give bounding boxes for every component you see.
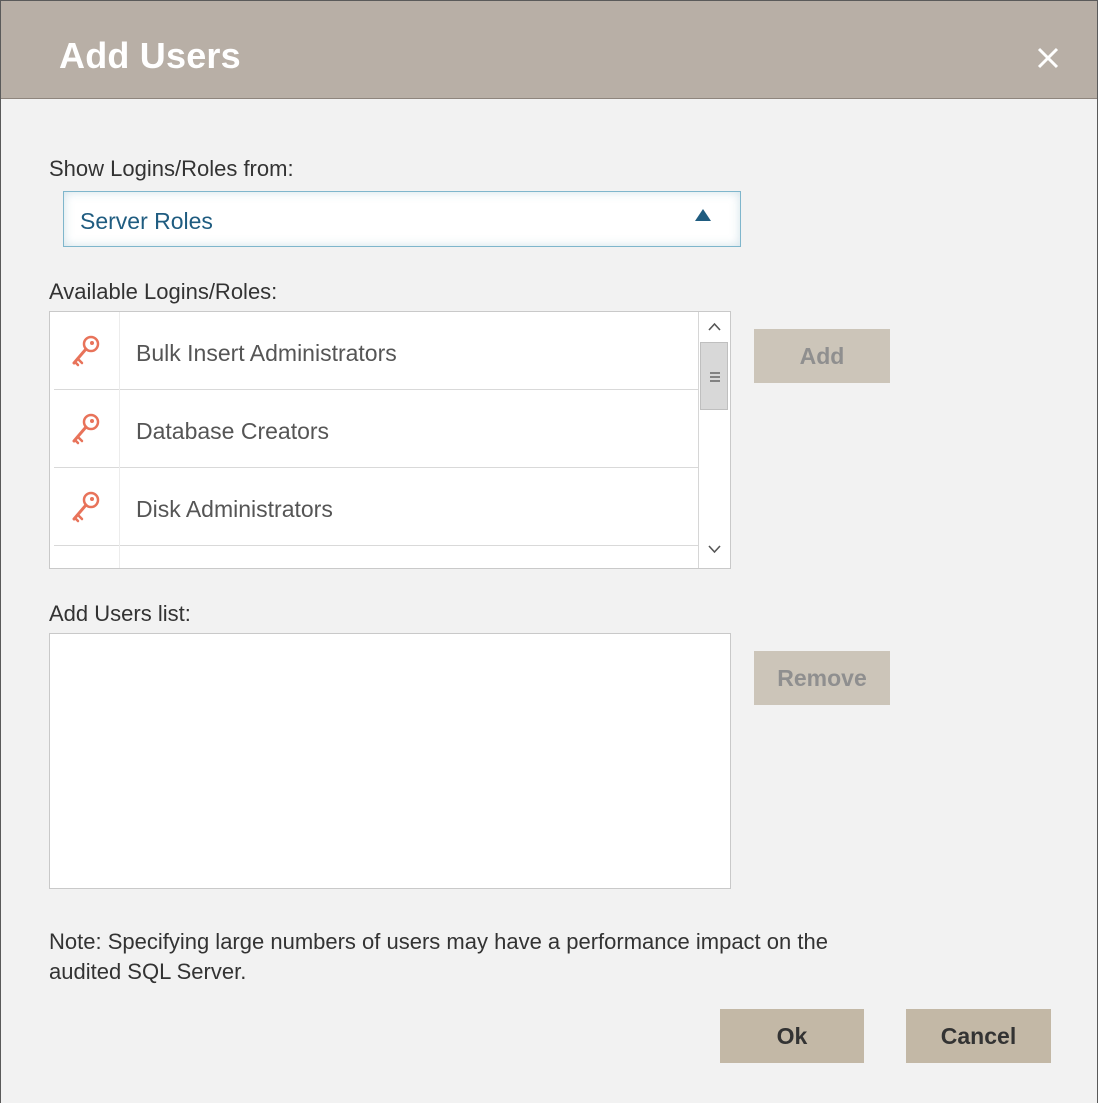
grip-icon (710, 372, 720, 382)
add-button[interactable]: Add (754, 329, 890, 383)
performance-note: Note: Specifying large numbers of users … (49, 927, 979, 987)
list-item[interactable]: Database Creators (54, 390, 698, 468)
add-users-dialog: Add Users Show Logins/Roles from: Server… (0, 0, 1098, 1103)
key-icon (72, 335, 100, 367)
list-item-label: Database Creators (136, 418, 330, 444)
add-users-listbox[interactable] (49, 633, 731, 889)
close-button[interactable] (1031, 41, 1065, 75)
remove-button[interactable]: Remove (754, 651, 890, 705)
source-label: Show Logins/Roles from: (49, 156, 294, 181)
chevron-up-icon[interactable] (699, 316, 730, 338)
available-label: Available Logins/Roles: (49, 279, 278, 304)
note-line-1: Note: Specifying large numbers of users … (49, 929, 828, 954)
scrollbar-thumb[interactable] (700, 342, 728, 410)
list-item[interactable]: Bulk Insert Administrators (54, 312, 698, 390)
users-list-label: Add Users list: (49, 601, 191, 626)
key-icon (72, 413, 100, 445)
dialog-titlebar: Add Users (1, 1, 1097, 99)
source-dropdown[interactable]: Server Roles (63, 191, 741, 247)
source-dropdown-value: Server Roles (80, 208, 213, 234)
ok-button[interactable]: Ok (720, 1009, 864, 1063)
list-item-label: Bulk Insert Administrators (136, 340, 397, 366)
available-listbox[interactable]: Bulk Insert Administrators Database Crea… (49, 311, 731, 569)
vertical-scrollbar[interactable] (698, 312, 730, 568)
dialog-title: Add Users (59, 35, 241, 76)
list-item-partial[interactable] (54, 546, 698, 568)
key-icon (72, 491, 100, 523)
chevron-down-icon[interactable] (699, 538, 730, 560)
close-icon (1037, 47, 1059, 69)
cancel-button[interactable]: Cancel (906, 1009, 1051, 1063)
triangle-up-icon[interactable] (694, 206, 712, 224)
list-item[interactable]: Disk Administrators (54, 468, 698, 546)
note-line-2: audited SQL Server. (49, 959, 247, 984)
list-item-label: Disk Administrators (136, 496, 333, 522)
